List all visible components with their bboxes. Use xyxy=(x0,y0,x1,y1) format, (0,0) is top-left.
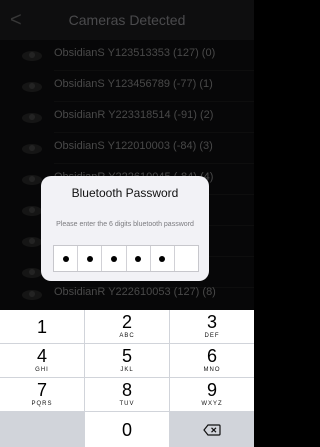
key-8[interactable]: 8 TUV xyxy=(85,378,169,411)
pin-dot xyxy=(159,255,166,262)
key-number: 7 xyxy=(36,380,47,400)
key-letters: WXYZ xyxy=(201,401,223,407)
key-number: 4 xyxy=(36,346,47,366)
key-number: 5 xyxy=(121,346,132,366)
key-number: 6 xyxy=(206,346,217,366)
key-2[interactable]: 2 ABC xyxy=(85,310,169,343)
backspace-icon xyxy=(203,423,221,436)
key-6[interactable]: 6 MNO xyxy=(170,344,254,377)
key-3[interactable]: 3 DEF xyxy=(170,310,254,343)
dialog-title: Bluetooth Password xyxy=(71,186,179,200)
key-letters: GHI xyxy=(35,367,49,373)
key-letters: PQRS xyxy=(31,401,53,407)
key-4[interactable]: 4 GHI xyxy=(0,344,84,377)
pin-dot xyxy=(62,255,69,262)
key-1[interactable]: 1 xyxy=(0,310,84,343)
pin-cell xyxy=(151,246,175,271)
key-number: 1 xyxy=(36,316,47,337)
pin-cell xyxy=(78,246,103,271)
key-letters: DEF xyxy=(204,333,220,339)
key-number: 8 xyxy=(121,380,132,400)
key-number: 3 xyxy=(206,312,217,332)
dialog-message: Please enter the 6 digits bluetooth pass… xyxy=(56,221,194,228)
pin-cell xyxy=(127,246,151,271)
password-dialog: Bluetooth Password Please enter the 6 di… xyxy=(41,176,209,281)
key-letters: TUV xyxy=(119,401,135,407)
key-number: 2 xyxy=(121,312,132,332)
numeric-keypad: 1 2 ABC 3 DEF 4 GHI 5 JKL 6 MNO 7 PQRS 8… xyxy=(0,310,254,447)
key-letters: ABC xyxy=(119,333,135,339)
screen: < Cameras Detected ObsidianS Y123513353 … xyxy=(0,0,254,447)
pin-cell xyxy=(102,246,127,271)
pin-dot xyxy=(135,255,142,262)
pin-dot xyxy=(110,255,117,262)
key-9[interactable]: 9 WXYZ xyxy=(170,378,254,411)
key-7[interactable]: 7 PQRS xyxy=(0,378,84,411)
key-letters: MNO xyxy=(203,367,221,373)
pin-input[interactable] xyxy=(53,245,199,272)
key-letters: JKL xyxy=(120,367,134,373)
key-0[interactable]: 0 xyxy=(85,412,169,447)
pin-cell xyxy=(54,246,79,271)
pin-dot xyxy=(86,255,93,262)
key-blank xyxy=(0,412,84,447)
pin-cell xyxy=(175,246,198,271)
delete-key[interactable] xyxy=(170,412,254,447)
key-number: 9 xyxy=(206,380,217,400)
key-5[interactable]: 5 JKL xyxy=(85,344,169,377)
key-number: 0 xyxy=(121,419,132,440)
